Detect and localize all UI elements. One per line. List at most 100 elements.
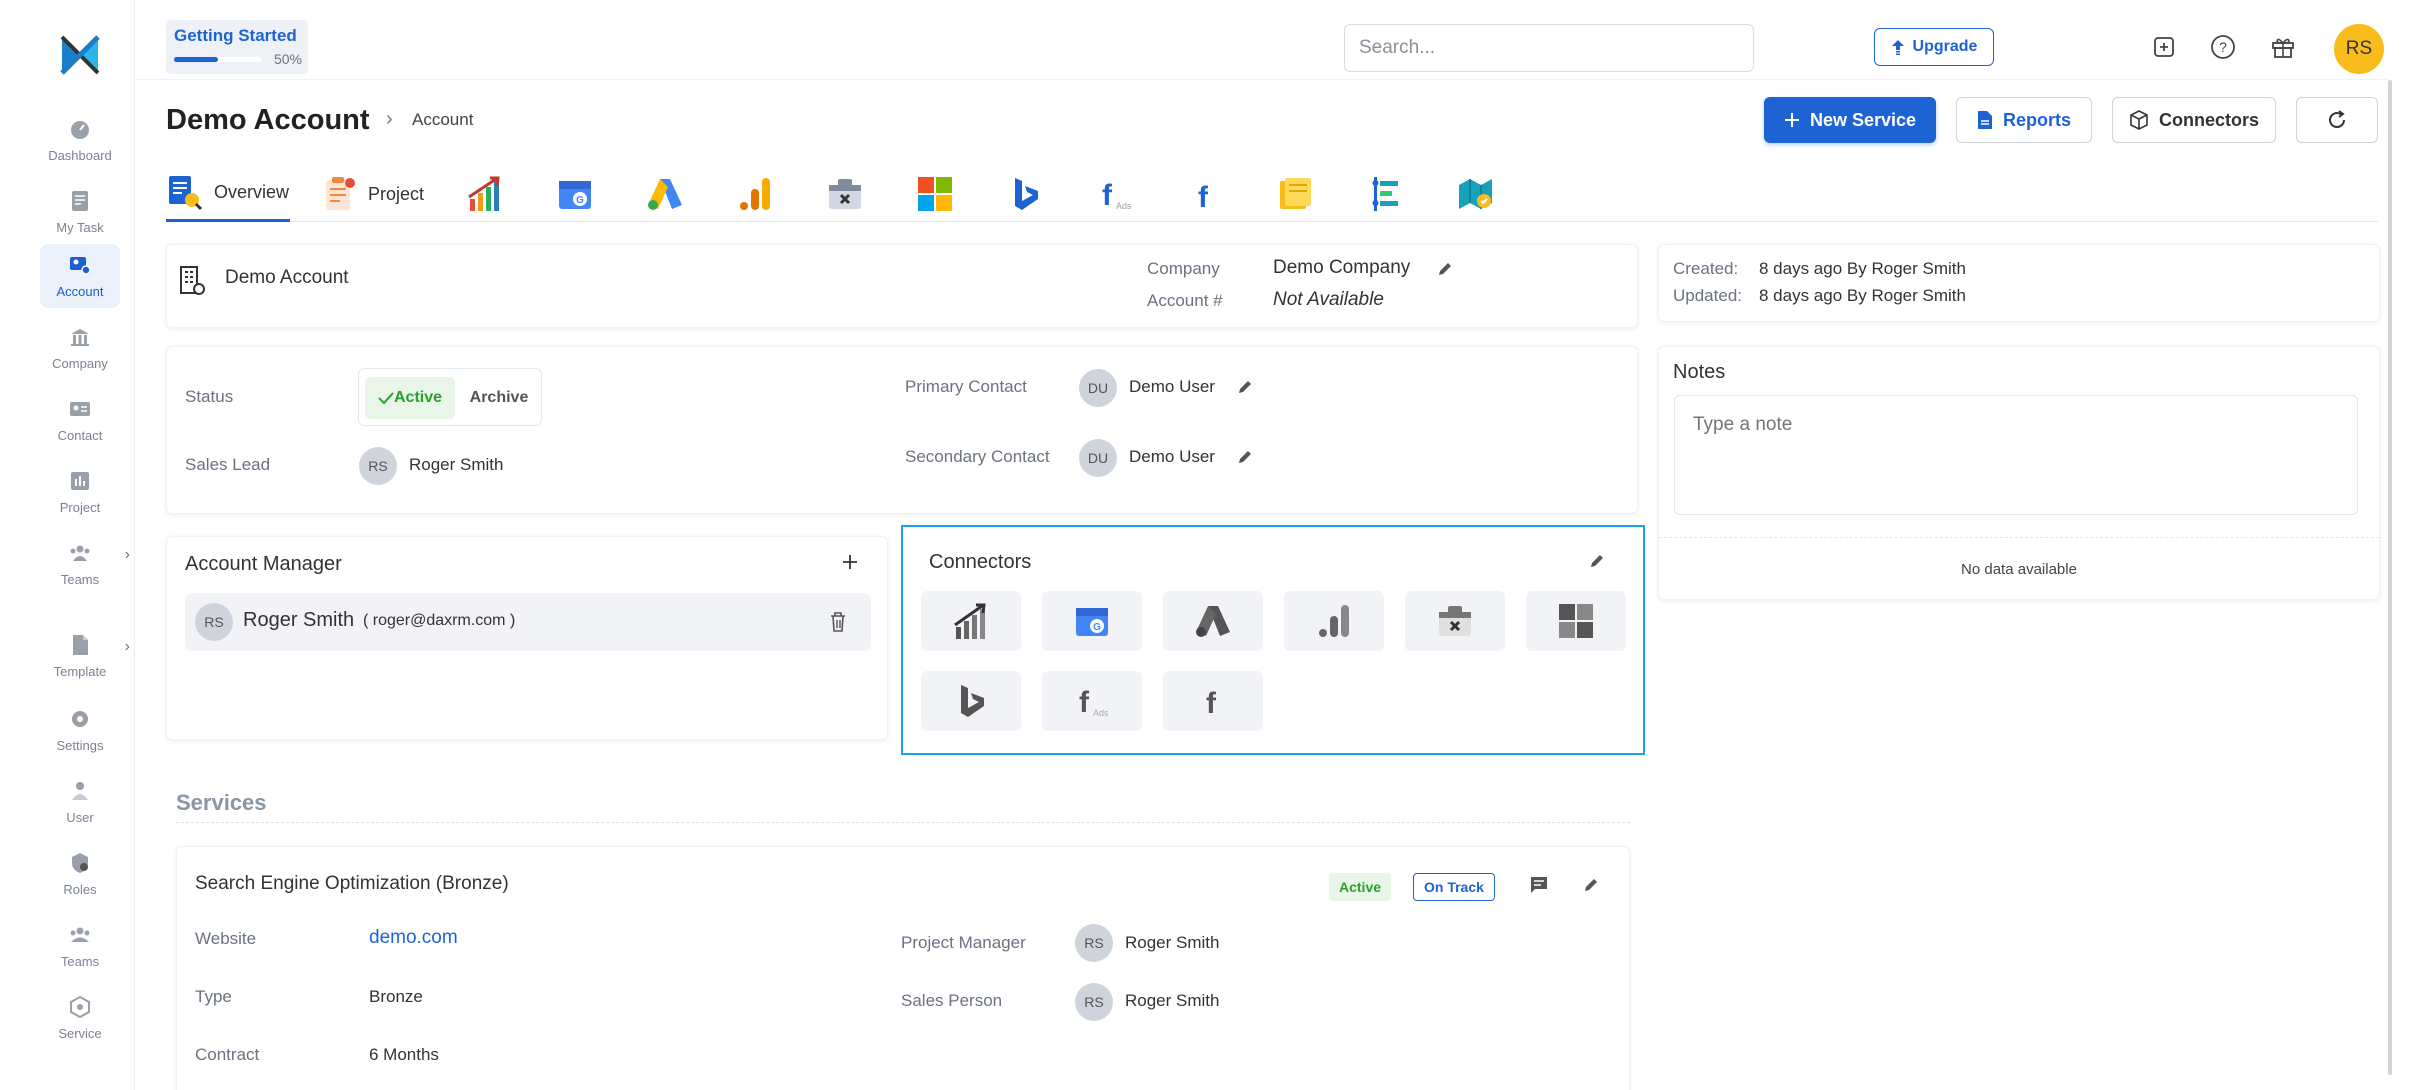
sidebar: Dashboard My Task Account Company Contac… [0,0,135,1090]
getting-started-widget[interactable]: Getting Started 50% [166,20,308,74]
status-active-option[interactable]: Active [365,377,455,419]
add-icon[interactable] [841,553,859,571]
bing-icon [961,685,984,717]
sidebar-item-teams[interactable]: Teams › [40,532,130,596]
status-archive-option[interactable]: Archive [463,377,535,419]
account-manager-email: ( roger@daxrm.com ) [363,612,516,629]
app-logo[interactable] [56,31,104,79]
sidebar-item-project[interactable]: Project [40,460,120,524]
service-name[interactable]: Search Engine Optimization (Bronze) [195,873,509,895]
chevron-right-icon: › [124,638,130,655]
connector-tile-tag-manager[interactable] [1405,591,1505,651]
sidebar-item-company[interactable]: Company [40,316,120,380]
edit-pencil-icon[interactable] [1583,877,1599,893]
tab-analytics-growth[interactable] [466,166,504,222]
tab-folder[interactable] [1276,166,1314,222]
comment-icon[interactable] [1529,875,1549,895]
breadcrumb[interactable]: Account [412,110,473,130]
search-input[interactable] [1344,24,1754,72]
edit-pencil-icon[interactable] [1237,379,1253,395]
add-square-icon[interactable] [2148,31,2180,63]
chevron-right-icon: › [124,546,130,563]
connector-tile-google-analytics[interactable] [1284,591,1384,651]
tag-manager-icon [1439,606,1471,636]
tab-map[interactable] [1456,166,1494,222]
tab-facebook[interactable]: f [1186,166,1224,222]
tab-google-ads[interactable] [646,166,684,222]
project-manager-label: Project Manager [901,933,1026,952]
sidebar-item-label: Template [53,664,107,679]
tab-bing[interactable] [1006,166,1044,222]
reports-button[interactable]: Reports [1956,97,2092,143]
sidebar-item-account[interactable]: Account [40,244,120,308]
tab-facebook-ads[interactable]: f Ads [1096,166,1134,222]
edit-pencil-icon[interactable] [1437,261,1453,277]
new-service-button[interactable]: New Service [1764,97,1936,143]
sidebar-item-template[interactable]: Template › [40,624,130,688]
edit-pencil-icon[interactable] [1237,449,1253,465]
primary-contact-name[interactable]: Demo User [1129,377,1215,397]
tab-project[interactable]: Project [320,166,430,222]
google-ads-icon [1196,606,1230,637]
building-icon [180,266,205,295]
connectors-button[interactable]: Connectors [2112,97,2276,143]
tab-overview[interactable]: Overview [166,166,290,222]
edit-pencil-icon[interactable] [1589,553,1605,569]
tab-timeline[interactable] [1366,166,1404,222]
primary-contact-label: Primary Contact [905,377,1027,396]
page-scrollbar[interactable] [2388,80,2392,1075]
project-manager-name[interactable]: Roger Smith [1125,933,1219,953]
created-label: Created: [1673,259,1739,278]
company-value[interactable]: Demo Company [1273,257,1410,279]
sidebar-item-my-task[interactable]: My Task [40,180,120,244]
sidebar-item-settings[interactable]: Settings [40,698,120,762]
svg-text:f: f [1206,687,1217,720]
secondary-contact-name[interactable]: Demo User [1129,447,1215,467]
service-track-badge: On Track [1413,873,1495,901]
sidebar-item-contact[interactable]: Contact [40,388,120,452]
tab-tag-manager[interactable] [826,166,864,222]
google-ads-icon [648,179,682,210]
svg-text:Ads: Ads [1093,708,1109,718]
settings-icon [72,711,88,727]
sidebar-item-service[interactable]: Service [40,986,120,1050]
analytics-growth-icon [954,603,986,639]
analytics-growth-icon [468,176,500,211]
sidebar-item-roles[interactable]: Roles [40,842,120,906]
sidebar-item-dashboard[interactable]: Dashboard [40,108,120,172]
sidebar-item-label: Project [59,500,101,515]
sales-person-name[interactable]: Roger Smith [1125,991,1219,1011]
connector-tile-facebook-ads[interactable]: f Ads [1042,671,1142,731]
connector-tile-bing[interactable] [921,671,1021,731]
user-avatar[interactable]: RS [2334,24,2384,74]
tab-microsoft[interactable] [916,166,954,222]
dashboard-icon [71,121,89,139]
report-file-icon [1977,111,1992,129]
teams-icon [70,545,90,561]
service-status-badge: Active [1329,873,1392,901]
help-icon[interactable]: ? [2207,31,2239,63]
website-link[interactable]: demo.com [369,927,458,949]
type-value: Bronze [369,987,423,1006]
connector-tile-analytics-growth[interactable] [921,591,1021,651]
sales-lead-name[interactable]: Roger Smith [409,455,503,475]
plus-icon [1784,113,1799,127]
tab-google-analytics[interactable] [736,166,774,222]
template-icon [73,635,88,655]
trash-icon[interactable] [829,611,847,633]
sidebar-item-teams-2[interactable]: Teams [40,914,120,978]
gift-icon[interactable] [2267,31,2299,63]
tab-google-business[interactable]: G [556,166,594,222]
note-input[interactable] [1674,395,2358,515]
connector-tile-google-ads[interactable] [1163,591,1263,651]
sidebar-item-label: Dashboard [48,148,112,163]
upgrade-button[interactable]: Upgrade [1874,28,1994,66]
cube-icon [2130,110,2148,130]
connector-tile-google-business[interactable]: G [1042,591,1142,651]
svg-text:?: ? [2219,39,2227,55]
connector-tile-facebook[interactable]: f [1163,671,1263,731]
refresh-button[interactable] [2296,97,2378,143]
sidebar-item-user[interactable]: User [40,770,120,834]
connector-tile-microsoft[interactable] [1526,591,1626,651]
svg-text:G: G [576,195,584,206]
